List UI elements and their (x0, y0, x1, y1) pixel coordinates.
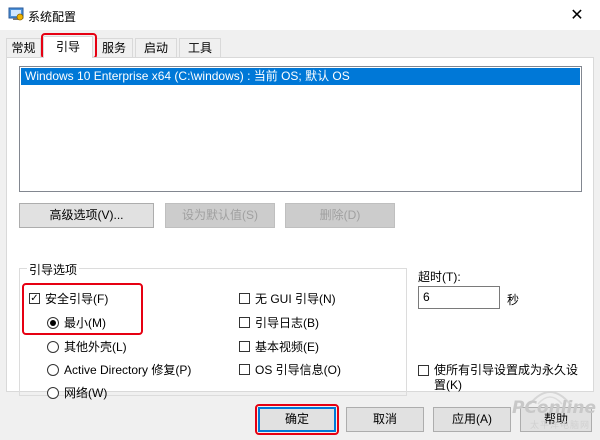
window-client: 常规 引导 服务 启动 工具 Windows 10 Enterprise x64… (0, 30, 600, 440)
os-boot-info-option[interactable]: OS 引导信息(O) (239, 361, 341, 378)
system-config-icon (8, 7, 24, 21)
check-icon: ✓ (30, 292, 39, 304)
active-directory-radio[interactable] (47, 363, 59, 376)
ok-button[interactable]: 确定 (258, 407, 336, 432)
os-boot-info-label: OS 引导信息(O) (255, 363, 341, 377)
safe-boot-checkbox[interactable]: ✓ (29, 293, 40, 304)
minimal-option[interactable]: 最小(M) (47, 314, 106, 331)
timeout-label: 超时(T): (418, 270, 461, 284)
delete-button[interactable]: 删除(D) (285, 203, 395, 228)
os-list-item[interactable]: Windows 10 Enterprise x64 (C:\windows) :… (21, 68, 580, 85)
os-list[interactable]: Windows 10 Enterprise x64 (C:\windows) :… (19, 66, 582, 192)
network-label: 网络(W) (64, 386, 108, 400)
os-boot-info-checkbox[interactable] (239, 364, 250, 375)
no-gui-option[interactable]: 无 GUI 引导(N) (239, 290, 336, 307)
boot-tab-panel: Windows 10 Enterprise x64 (C:\windows) :… (6, 57, 594, 400)
make-permanent-label: 使所有引导设置成为永久设置(K) (434, 363, 579, 392)
tab-startup[interactable]: 启动 (135, 38, 177, 57)
network-option[interactable]: 网络(W) (47, 384, 107, 401)
timeout-unit-label: 秒 (507, 293, 520, 307)
no-gui-checkbox[interactable] (239, 293, 250, 304)
minimal-radio[interactable] (47, 316, 59, 329)
apply-button[interactable]: 应用(A) (433, 407, 511, 432)
window-title: 系统配置 (28, 10, 77, 24)
alternate-shell-label: 其他外壳(L) (64, 340, 127, 354)
minimal-label: 最小(M) (64, 316, 106, 330)
no-gui-label: 无 GUI 引导(N) (255, 292, 336, 306)
active-directory-label: Active Directory 修复(P) (64, 363, 192, 377)
tab-services[interactable]: 服务 (95, 38, 133, 57)
tab-tools[interactable]: 工具 (179, 38, 221, 57)
cancel-button[interactable]: 取消 (346, 407, 424, 432)
timeout-input[interactable]: 6 (418, 286, 500, 309)
network-radio[interactable] (47, 386, 59, 399)
boot-options-label: 引导选项 (27, 261, 80, 278)
active-directory-option[interactable]: Active Directory 修复(P) (47, 361, 191, 378)
boot-log-checkbox[interactable] (239, 317, 250, 328)
tab-boot[interactable]: 引导 (43, 36, 93, 58)
base-video-option[interactable]: 基本视频(E) (239, 338, 319, 355)
tab-general[interactable]: 常规 (6, 38, 41, 57)
boot-log-label: 引导日志(B) (255, 316, 319, 330)
make-permanent-option[interactable]: 使所有引导设置成为永久设置(K) (418, 363, 588, 393)
close-button[interactable]: ✕ (554, 0, 600, 30)
safe-boot-option[interactable]: ✓ 安全引导(F) (29, 290, 108, 307)
base-video-label: 基本视频(E) (255, 340, 319, 354)
title-bar: 系统配置 ✕ (0, 0, 600, 30)
boot-log-option[interactable]: 引导日志(B) (239, 314, 319, 331)
alternate-shell-option[interactable]: 其他外壳(L) (47, 338, 127, 355)
close-icon: ✕ (570, 7, 584, 24)
advanced-options-button[interactable]: 高级选项(V)... (19, 203, 154, 228)
safe-boot-label: 安全引导(F) (45, 292, 109, 306)
make-permanent-checkbox[interactable] (418, 365, 429, 376)
set-default-button[interactable]: 设为默认值(S) (165, 203, 275, 228)
base-video-checkbox[interactable] (239, 341, 250, 352)
alternate-shell-radio[interactable] (47, 340, 59, 353)
help-button[interactable]: 帮助 (520, 407, 592, 432)
